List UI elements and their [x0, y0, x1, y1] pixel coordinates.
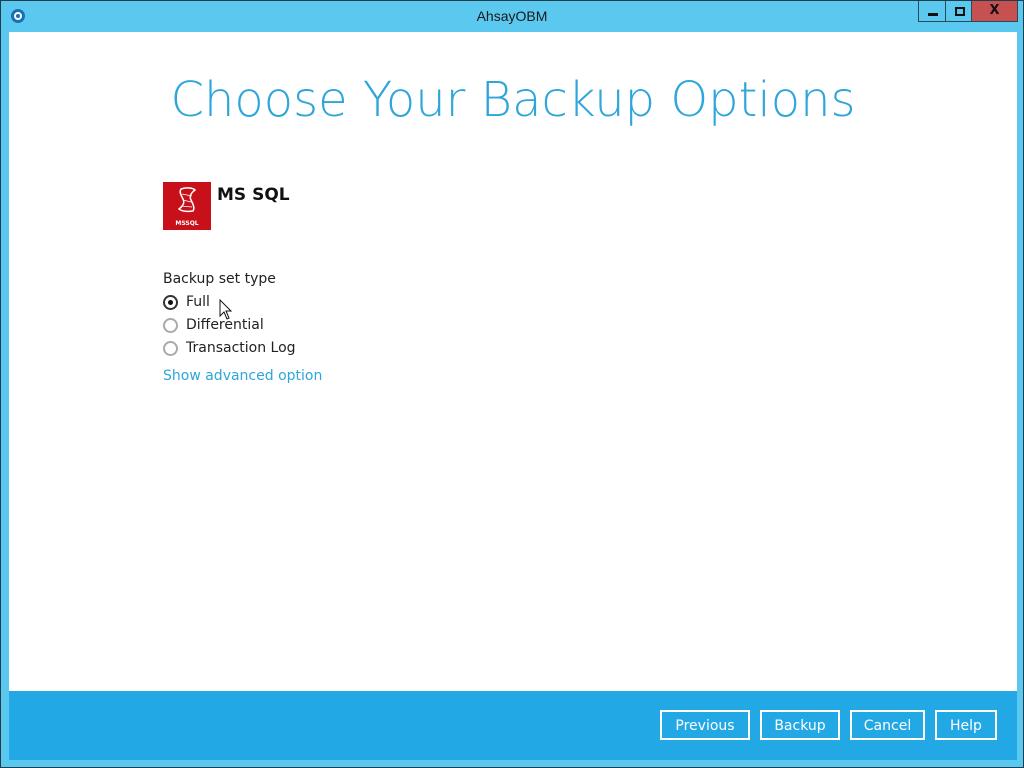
mssql-icon-label: MSSQL: [175, 220, 199, 227]
backup-button[interactable]: Backup: [760, 710, 840, 740]
backup-set-type-label: Backup set type: [163, 271, 276, 287]
show-advanced-option-link[interactable]: Show advanced option: [163, 368, 322, 384]
minimize-button[interactable]: [918, 1, 946, 22]
previous-button[interactable]: Previous: [660, 710, 750, 740]
window-title: AhsayOBM: [476, 8, 548, 24]
app-window: AhsayOBM X Choose Your Backup Options MS…: [0, 0, 1024, 768]
radio-option-full[interactable]: Full: [163, 294, 210, 310]
radio-button-checked-icon[interactable]: [163, 294, 178, 310]
sql-server-logo-icon: [177, 187, 197, 213]
product-name: MS SQL: [217, 185, 290, 205]
radio-label-full: Full: [186, 294, 210, 310]
cancel-button[interactable]: Cancel: [850, 710, 925, 740]
radio-button-unchecked-icon[interactable]: [163, 317, 178, 333]
mssql-icon: MSSQL: [163, 182, 211, 230]
radio-label-transaction-log: Transaction Log: [186, 340, 296, 356]
radio-option-differential[interactable]: Differential: [163, 317, 264, 333]
radio-option-transaction-log[interactable]: Transaction Log: [163, 340, 296, 356]
close-button[interactable]: X: [971, 1, 1018, 22]
main-content: Choose Your Backup Options MSSQL MS SQL …: [9, 32, 1017, 691]
footer-bar: Previous Backup Cancel Help: [9, 691, 1017, 760]
radio-button-unchecked-icon[interactable]: [163, 340, 178, 356]
mouse-cursor-icon: [219, 299, 233, 320]
help-button[interactable]: Help: [935, 710, 997, 740]
title-bar[interactable]: AhsayOBM X: [1, 1, 1023, 31]
maximize-button[interactable]: [945, 1, 972, 22]
page-title: Choose Your Backup Options: [170, 72, 856, 128]
